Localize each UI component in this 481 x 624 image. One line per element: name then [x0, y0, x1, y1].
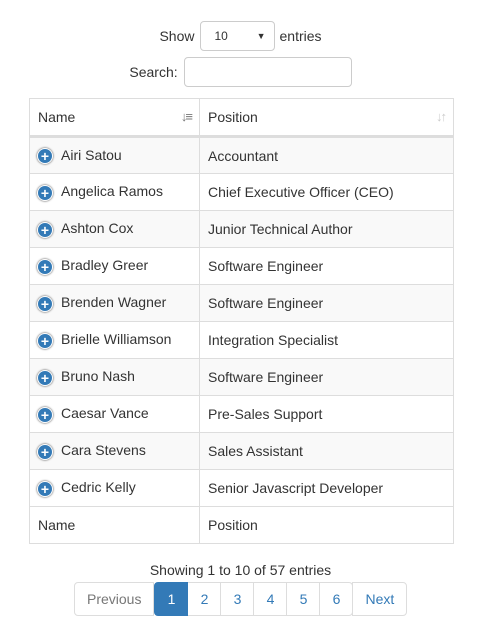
entries-select[interactable]: 10 ▼ — [199, 21, 275, 51]
page-button-1[interactable]: 1 — [154, 582, 189, 616]
entries-select-value: 10 — [214, 29, 228, 43]
previous-button[interactable]: Previous — [74, 582, 155, 616]
plus-circle-icon[interactable]: + — [37, 184, 53, 201]
plus-circle-icon[interactable]: + — [37, 406, 53, 423]
employee-name: Cedric Kelly — [61, 479, 136, 496]
data-table: Name ↓≡ Position ↓↑ + Airi Satou Accountan… — [29, 98, 454, 544]
name-cell[interactable]: + Caesar Vance — [29, 395, 200, 433]
sort-both-icon: ↓↑ — [436, 109, 447, 124]
position-cell: Integration Specialist — [199, 321, 454, 359]
pagination: Previous 123456 Next — [74, 582, 408, 616]
column-header-label: Name — [38, 109, 76, 125]
table-row[interactable]: + Brielle Williamson Integration Specialis… — [29, 321, 454, 359]
plus-circle-icon[interactable]: + — [37, 369, 53, 386]
name-cell[interactable]: + Brielle Williamson — [29, 321, 200, 359]
entries-label: entries — [279, 28, 322, 44]
plus-circle-icon[interactable]: + — [37, 295, 53, 312]
chevron-down-icon: ▼ — [256, 31, 266, 41]
employee-name: Airi Satou — [61, 146, 122, 163]
plus-circle-icon[interactable]: + — [37, 480, 53, 497]
next-button[interactable]: Next — [352, 582, 408, 616]
page-button-5[interactable]: 5 — [286, 582, 321, 616]
table-row[interactable]: + Brenden Wagner Software Engineer — [29, 284, 454, 322]
length-menu: Show 10 ▼ entries — [0, 21, 481, 51]
sort-ascending-icon: ↓≡ — [180, 109, 193, 124]
position-cell: Pre-Sales Support — [199, 395, 454, 433]
name-cell[interactable]: + Cedric Kelly — [29, 469, 200, 507]
column-footer-name: Name — [29, 506, 200, 544]
name-cell[interactable]: + Brenden Wagner — [29, 284, 200, 322]
employee-name: Bruno Nash — [61, 368, 135, 385]
table-row[interactable]: + Cara Stevens Sales Assistant — [29, 432, 454, 470]
page-button-4[interactable]: 4 — [253, 582, 288, 616]
position-cell: Software Engineer — [199, 247, 454, 285]
plus-circle-icon[interactable]: + — [37, 443, 53, 460]
page-button-3[interactable]: 3 — [220, 582, 255, 616]
position-cell: Junior Technical Author — [199, 210, 454, 248]
plus-circle-icon[interactable]: + — [37, 332, 53, 349]
employee-name: Cara Stevens — [61, 442, 146, 459]
search-label: Search: — [129, 64, 178, 80]
name-cell[interactable]: + Bradley Greer — [29, 247, 200, 285]
plus-circle-icon[interactable]: + — [37, 148, 53, 165]
employee-name: Brenden Wagner — [61, 294, 167, 311]
search-filter: Search: — [0, 57, 481, 87]
position-cell: Chief Executive Officer (CEO) — [199, 173, 454, 211]
name-cell[interactable]: + Airi Satou — [29, 136, 200, 174]
employee-name: Bradley Greer — [61, 257, 149, 274]
search-input[interactable] — [183, 57, 352, 87]
table-row[interactable]: + Bruno Nash Software Engineer — [29, 358, 454, 396]
position-cell: Software Engineer — [199, 358, 454, 396]
name-cell[interactable]: + Ashton Cox — [29, 210, 200, 248]
name-cell[interactable]: + Angelica Ramos — [29, 173, 200, 211]
column-header-position[interactable]: Position ↓↑ — [199, 98, 454, 138]
table-row[interactable]: + Bradley Greer Software Engineer — [29, 247, 454, 285]
show-label: Show — [159, 28, 195, 44]
employee-name: Angelica Ramos — [61, 183, 163, 200]
name-cell[interactable]: + Bruno Nash — [29, 358, 200, 396]
position-cell: Sales Assistant — [199, 432, 454, 470]
table-row[interactable]: + Angelica Ramos Chief Executive Officer (… — [29, 173, 454, 211]
table-info: Showing 1 to 10 of 57 entries — [149, 562, 332, 578]
position-cell: Software Engineer — [199, 284, 454, 322]
page-button-2[interactable]: 2 — [187, 582, 222, 616]
plus-circle-icon[interactable]: + — [37, 221, 53, 238]
employee-name: Ashton Cox — [61, 220, 134, 237]
column-footer-position: Position — [199, 506, 454, 544]
column-header-name[interactable]: Name ↓≡ — [29, 98, 200, 138]
employee-name: Caesar Vance — [61, 405, 149, 422]
name-cell[interactable]: + Cara Stevens — [29, 432, 200, 470]
employee-name: Brielle Williamson — [61, 331, 172, 348]
table-row[interactable]: + Caesar Vance Pre-Sales Support — [29, 395, 454, 433]
position-cell: Accountant — [199, 136, 454, 174]
table-row[interactable]: + Airi Satou Accountant — [29, 136, 454, 174]
page-button-6[interactable]: 6 — [319, 582, 354, 616]
plus-circle-icon[interactable]: + — [37, 258, 53, 275]
column-header-label: Position — [208, 109, 258, 125]
table-row[interactable]: + Ashton Cox Junior Technical Author — [29, 210, 454, 248]
position-cell: Senior Javascript Developer — [199, 469, 454, 507]
table-row[interactable]: + Cedric Kelly Senior Javascript Developer — [29, 469, 454, 507]
